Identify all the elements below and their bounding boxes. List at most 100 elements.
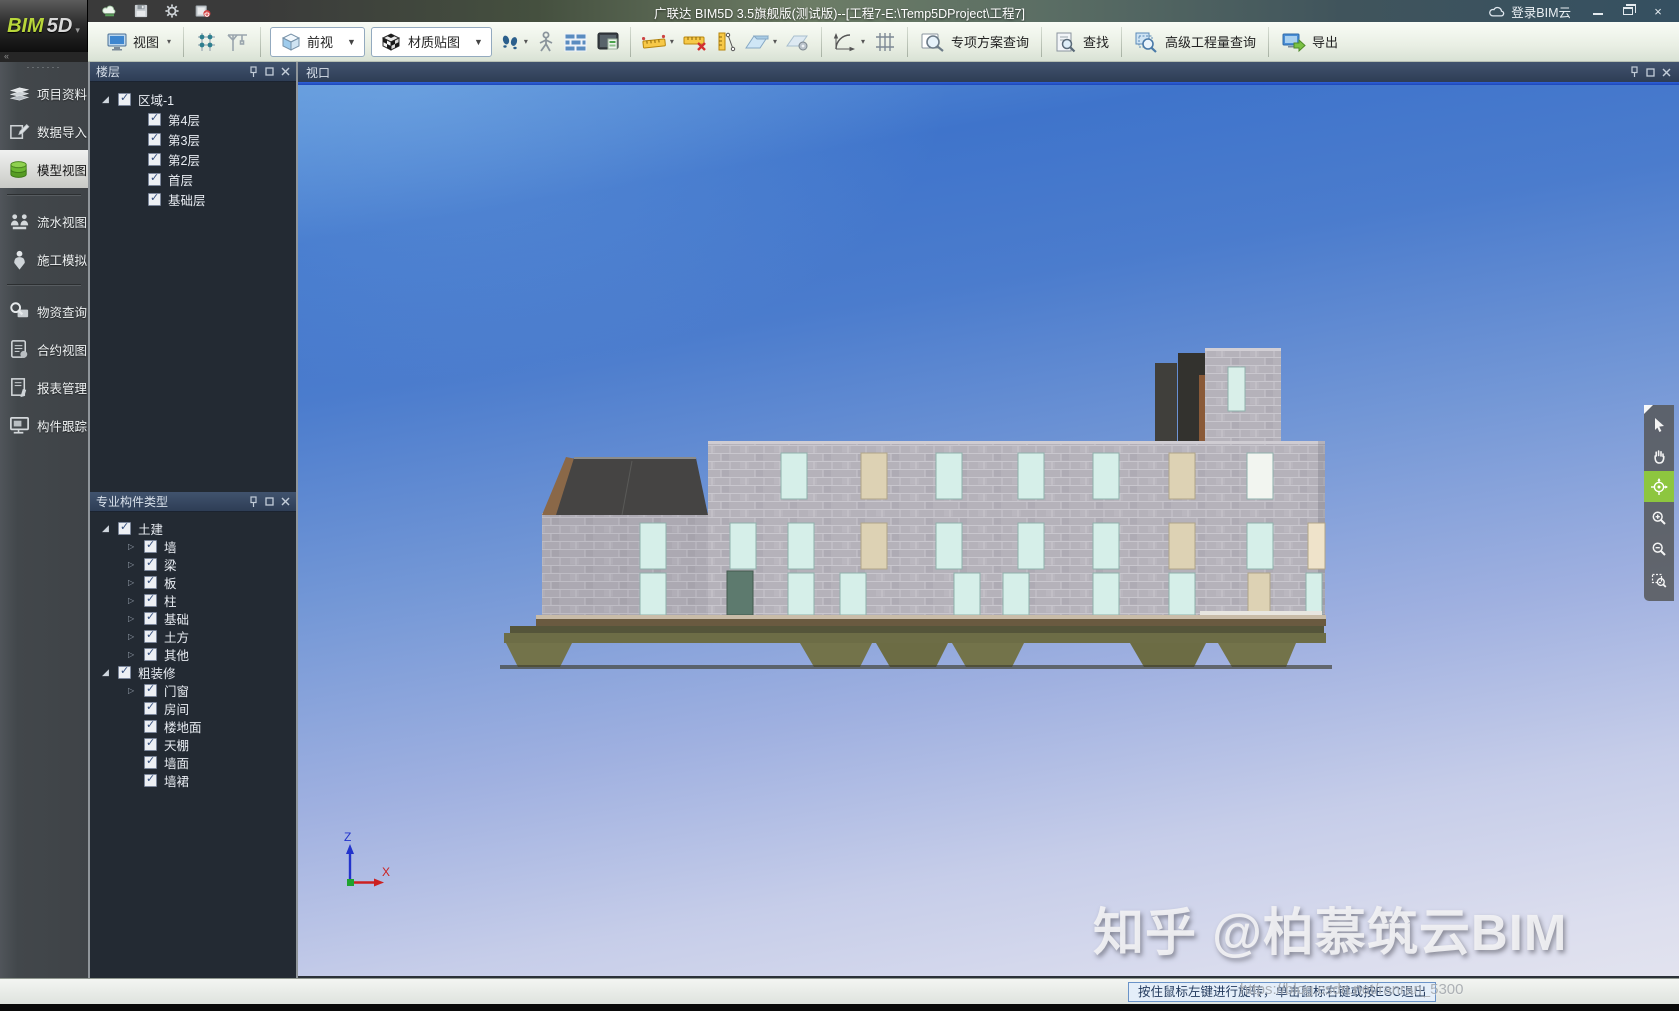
login-bim-cloud-button[interactable]: 登录BIM云 (1479, 1, 1581, 22)
float-panel-icon[interactable] (1646, 68, 1655, 77)
foundation-platform[interactable] (504, 633, 1326, 643)
checkbox-checked[interactable] (144, 720, 157, 733)
close-button[interactable]: × (1645, 2, 1671, 20)
sidebar-item-component-tracking[interactable]: 构件跟踪 (0, 406, 88, 444)
footings[interactable] (506, 643, 1296, 667)
sidebar-drag-handle[interactable]: ······· (0, 62, 88, 74)
tree-node-wall[interactable]: 墙 (90, 537, 296, 555)
viewport-canvas[interactable]: Z X 知乎 @柏慕筑云BIM (298, 85, 1679, 978)
orbit-rotate-button[interactable] (1644, 471, 1674, 502)
sidebar-item-flow-view[interactable]: 流水视图 (0, 202, 88, 240)
view-direction-select[interactable]: 前视 ▼ (270, 27, 365, 57)
section-plane-button[interactable] (740, 29, 781, 55)
settings-gear-icon[interactable] (164, 4, 180, 18)
close-panel-icon[interactable] (1662, 68, 1671, 77)
close-panel-icon[interactable] (281, 497, 290, 506)
collapse-arrow-icon[interactable] (128, 577, 144, 587)
tree-node-wall-surface[interactable]: 墙面 (90, 753, 296, 771)
sidebar-item-model-view[interactable]: 模型视图 (0, 150, 88, 188)
close-panel-icon[interactable] (281, 67, 290, 76)
tree-node-floor2[interactable]: 第2层 (90, 149, 296, 169)
collapse-arrow-icon[interactable] (128, 613, 144, 623)
checkbox-checked[interactable] (144, 684, 157, 697)
collapse-arrow-icon[interactable] (128, 595, 144, 605)
sidebar-item-project-info[interactable]: 项目资料 (0, 74, 88, 112)
cloud-sync-icon[interactable] (102, 4, 118, 18)
sidebar-item-contract-view[interactable]: 合约视图 (0, 330, 88, 368)
checkbox-checked[interactable] (144, 612, 157, 625)
measure-button[interactable] (637, 29, 678, 55)
tree-node-rough-decoration[interactable]: 粗装修 (90, 663, 296, 681)
exit-app-icon[interactable] (195, 4, 211, 18)
tree-node-structure[interactable]: 土建 (90, 519, 296, 537)
tree-node-region-1[interactable]: 区域-1 (90, 89, 296, 109)
pan-button[interactable] (1644, 440, 1674, 471)
tree-node-foundation[interactable]: 基础 (90, 609, 296, 627)
sidebar-item-material-query[interactable]: 物资查询 (0, 292, 88, 330)
minimize-button[interactable] (1585, 2, 1611, 20)
checkbox-checked[interactable] (144, 648, 157, 661)
building-model[interactable] (500, 341, 1340, 676)
strip-fold-marker[interactable] (1644, 405, 1653, 414)
tree-node-beam[interactable]: 梁 (90, 555, 296, 573)
tree-node-wainscot[interactable]: 墙裙 (90, 771, 296, 789)
collapse-arrow-icon[interactable] (128, 559, 144, 569)
checkbox-checked[interactable] (144, 738, 157, 751)
special-plan-query-button[interactable]: 专项方案查询 (914, 28, 1035, 56)
collapse-sidebar-button[interactable] (0, 52, 88, 62)
tree-node-floor3[interactable]: 第3层 (90, 129, 296, 149)
checkbox-checked[interactable] (144, 630, 157, 643)
walkthrough-button[interactable] (495, 29, 532, 55)
checkbox-checked[interactable] (118, 522, 131, 535)
tree-node-ceiling[interactable]: 天棚 (90, 735, 296, 753)
tree-node-slab[interactable]: 板 (90, 573, 296, 591)
checkbox-checked[interactable] (144, 594, 157, 607)
checkbox-checked[interactable] (144, 774, 157, 787)
viewport-display-button[interactable] (592, 28, 624, 56)
export-button[interactable]: 导出 (1275, 28, 1344, 56)
collapse-arrow-icon[interactable] (128, 685, 144, 695)
roof-pipe[interactable] (1199, 375, 1205, 443)
section-settings-button[interactable] (781, 29, 815, 55)
checkbox-checked[interactable] (144, 576, 157, 589)
pitched-roof[interactable] (556, 458, 708, 515)
measure-distance-button[interactable] (712, 28, 740, 56)
tree-node-room[interactable]: 房间 (90, 699, 296, 717)
checkbox-checked[interactable] (148, 133, 161, 146)
foundation-band[interactable] (536, 619, 1326, 626)
pin-icon[interactable] (249, 496, 258, 508)
sidebar-item-report-management[interactable]: 报表管理 (0, 368, 88, 406)
checkbox-checked[interactable] (144, 540, 157, 553)
tree-node-column[interactable]: 柱 (90, 591, 296, 609)
expand-arrow-icon[interactable] (102, 667, 118, 678)
zoom-out-button[interactable] (1644, 533, 1674, 564)
collapse-arrow-icon[interactable] (128, 649, 144, 659)
wall-display-button[interactable] (560, 29, 592, 55)
tree-node-floor1[interactable]: 首层 (90, 169, 296, 189)
sidebar-item-data-import[interactable]: 数据导入 (0, 112, 88, 150)
chimney[interactable] (1155, 363, 1177, 443)
float-panel-icon[interactable] (265, 67, 274, 76)
grid-axes-button[interactable] (869, 28, 901, 56)
save-icon[interactable] (133, 4, 149, 18)
checkbox-checked[interactable] (148, 193, 161, 206)
checkbox-checked[interactable] (118, 93, 131, 106)
walk-mode-button[interactable] (532, 28, 560, 56)
checkbox-checked[interactable] (118, 666, 131, 679)
checkbox-checked[interactable] (148, 113, 161, 126)
checkbox-checked[interactable] (144, 558, 157, 571)
tree-node-floor4[interactable]: 第4层 (90, 109, 296, 129)
tree-node-earthwork[interactable]: 土方 (90, 627, 296, 645)
zoom-in-button[interactable] (1644, 502, 1674, 533)
tree-node-other[interactable]: 其他 (90, 645, 296, 663)
delete-measure-button[interactable] (678, 29, 712, 55)
tree-node-floor-surface[interactable]: 楼地面 (90, 717, 296, 735)
checkbox-checked[interactable] (148, 153, 161, 166)
checkbox-checked[interactable] (144, 702, 157, 715)
app-logo[interactable]: BIM 5D ▾ (0, 0, 88, 52)
axis-grid-button[interactable] (190, 28, 222, 56)
find-button[interactable]: 查找 (1048, 28, 1115, 56)
maximize-button[interactable] (1615, 2, 1641, 20)
advanced-quantity-query-button[interactable]: 高级工程量查询 (1128, 28, 1262, 56)
pin-icon[interactable] (249, 66, 258, 78)
